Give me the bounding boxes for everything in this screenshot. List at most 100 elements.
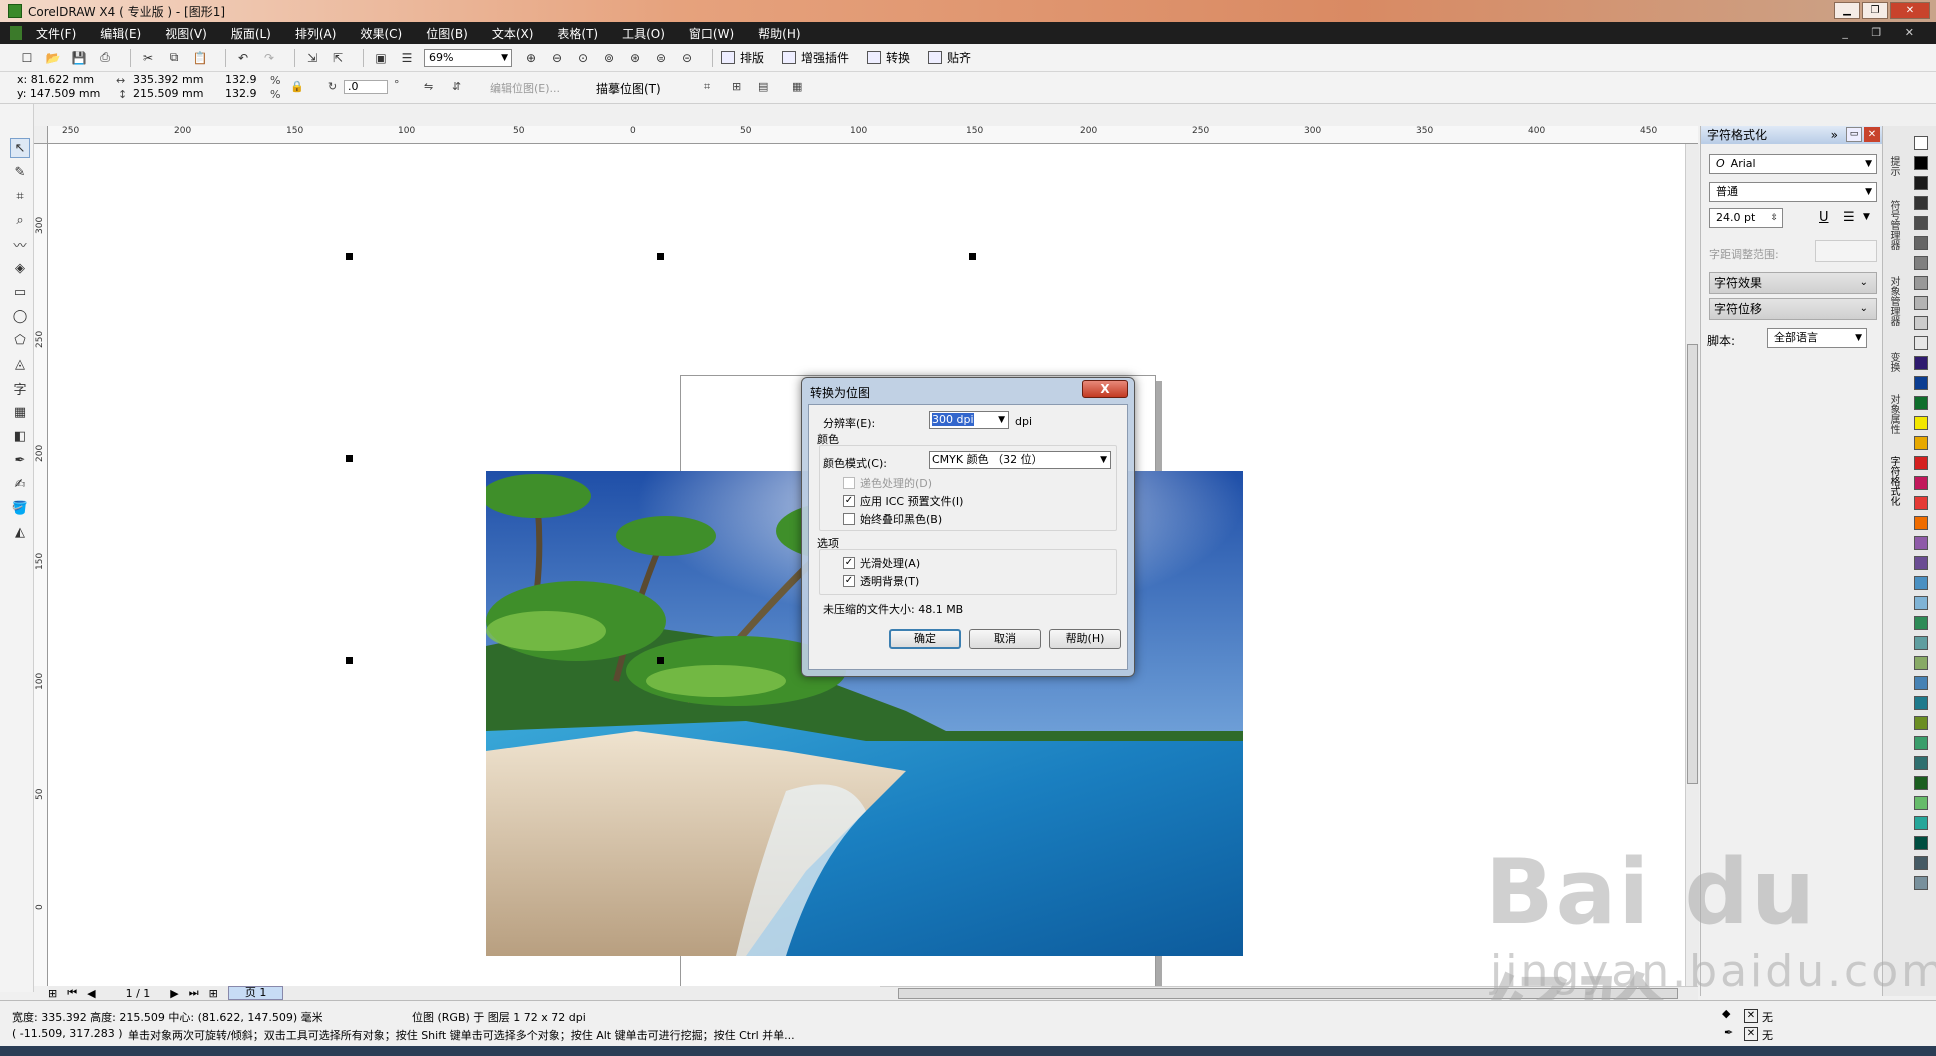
palette-swatch[interactable]	[1914, 676, 1928, 690]
outline-none-swatch[interactable]: ✕	[1744, 1027, 1758, 1041]
outline-tool-icon[interactable]: ✍	[10, 474, 30, 494]
zoom-page-icon[interactable]: ⊛	[626, 49, 644, 67]
palette-swatch[interactable]	[1914, 336, 1928, 350]
selection-handle-bottom[interactable]	[657, 657, 664, 664]
new-file-icon[interactable]: ☐	[18, 49, 36, 67]
crop-tool-icon[interactable]: ⌗	[10, 186, 30, 206]
palette-swatch[interactable]	[1914, 216, 1928, 230]
lock-ratio-icon[interactable]: 🔒	[290, 80, 304, 93]
shape-tool-icon[interactable]: ✎	[10, 162, 30, 182]
interactive-fill-tool-icon[interactable]: ◭	[10, 522, 30, 542]
close-window-button[interactable]: ✕	[1890, 2, 1930, 19]
palette-swatch[interactable]	[1914, 496, 1928, 510]
palette-swatch[interactable]	[1914, 776, 1928, 790]
interactive-blend-tool-icon[interactable]: ◧	[10, 426, 30, 446]
typeset-button[interactable]: 排版	[721, 49, 764, 66]
zoom-tool-icon[interactable]: ⌕	[10, 210, 30, 230]
copy-icon[interactable]: ⧉	[165, 49, 183, 67]
selection-handle-bottom-left[interactable]	[346, 657, 353, 664]
palette-swatch[interactable]	[1914, 356, 1928, 370]
horizontal-ruler[interactable]: 250 200 150 100 50 0 50 100 150 200 250 …	[48, 126, 1698, 144]
palette-swatch[interactable]	[1914, 716, 1928, 730]
docker-minimize-button[interactable]: ▭	[1846, 127, 1862, 142]
smart-fill-tool-icon[interactable]: ◈	[10, 258, 30, 278]
ok-button[interactable]: 确定	[889, 629, 961, 649]
palette-swatch[interactable]	[1914, 476, 1928, 490]
palette-swatch[interactable]	[1914, 396, 1928, 410]
cancel-button[interactable]: 取消	[969, 629, 1041, 649]
menu-edit[interactable]: 编辑(E)	[100, 25, 141, 42]
overprint-checkbox-row[interactable]: 始终叠印黑色(B)	[843, 511, 942, 527]
minimize-button[interactable]: ▁	[1834, 2, 1860, 19]
fill-icon[interactable]: ◆	[1722, 1007, 1730, 1020]
palette-swatch[interactable]	[1914, 596, 1928, 610]
menu-tools[interactable]: 工具(O)	[622, 25, 665, 42]
width-field[interactable]: 335.392 mm	[130, 74, 216, 88]
antialias-checkbox-row[interactable]: ✓ 光滑处理(A)	[843, 555, 920, 571]
tab-symbol-manager[interactable]: 符号管理器	[1886, 200, 1901, 250]
add-page-icon[interactable]: ⊞	[48, 987, 57, 1000]
align-icon[interactable]: ☰	[1843, 210, 1855, 225]
palette-swatch[interactable]	[1914, 296, 1928, 310]
dither-checkbox-row[interactable]: 递色处理的(D)	[843, 475, 932, 491]
crop-bitmap-icon[interactable]: ⌗	[704, 80, 710, 94]
bitmap-color-mask-icon[interactable]: ▤	[758, 80, 768, 93]
palette-swatch[interactable]	[1914, 816, 1928, 830]
y-position-field[interactable]: y: 147.509 mm	[14, 88, 110, 102]
ruler-origin[interactable]	[34, 126, 48, 144]
palette-swatch[interactable]	[1914, 456, 1928, 470]
font-size-field[interactable]: 24.0 pt ⇳	[1709, 208, 1783, 228]
ellipse-tool-icon[interactable]: ◯	[10, 306, 30, 326]
palette-swatch[interactable]	[1914, 316, 1928, 330]
outline-pen-icon[interactable]: ✒	[1724, 1026, 1733, 1039]
docker-expand-icon[interactable]: »	[1831, 126, 1838, 144]
dialog-close-button[interactable]: X	[1082, 380, 1128, 398]
docker-close-button[interactable]: ✕	[1864, 127, 1880, 142]
font-style-select[interactable]: 普通 ▼	[1709, 182, 1877, 202]
tab-character-formatting[interactable]: 字符格式化	[1886, 456, 1901, 506]
page-tab-1[interactable]: 页 1	[227, 986, 284, 1000]
character-shift-section[interactable]: 字符位移 ⌄	[1709, 298, 1877, 320]
convert-button[interactable]: 转换	[867, 49, 910, 66]
tab-hints[interactable]: 提示	[1886, 156, 1901, 176]
cut-icon[interactable]: ✂	[139, 49, 157, 67]
script-select[interactable]: 全部语言 ▼	[1767, 328, 1867, 348]
selection-handle-left[interactable]	[346, 455, 353, 462]
vertical-ruler[interactable]: 300 250 200 150 100 50 0	[34, 144, 48, 986]
fill-none-swatch[interactable]: ✕	[1744, 1009, 1758, 1023]
palette-swatch[interactable]	[1914, 276, 1928, 290]
last-page-icon[interactable]: ⏭	[189, 986, 199, 1000]
document-icon[interactable]	[10, 26, 22, 40]
palette-swatch[interactable]	[1914, 796, 1928, 810]
open-folder-icon[interactable]: 📂	[44, 49, 62, 67]
prev-page-icon[interactable]: ◀	[87, 987, 95, 1000]
menu-layout[interactable]: 版面(L)	[231, 25, 271, 42]
zoom-all-icon[interactable]: ⊚	[600, 49, 618, 67]
zoom-width-icon[interactable]: ⊜	[652, 49, 670, 67]
resample-icon[interactable]: ⊞	[732, 80, 741, 93]
palette-swatch[interactable]	[1914, 696, 1928, 710]
palette-swatch[interactable]	[1914, 416, 1928, 430]
edit-bitmap-button[interactable]: 编辑位图(E)...	[490, 80, 560, 96]
zoom-level-select[interactable]: 69% ▼	[424, 48, 512, 67]
freehand-tool-icon[interactable]: 〰	[10, 234, 30, 254]
paste-icon[interactable]: 📋	[191, 49, 209, 67]
menu-help[interactable]: 帮助(H)	[758, 25, 800, 42]
menu-file[interactable]: 文件(F)	[36, 25, 76, 42]
tab-transform[interactable]: 变换	[1886, 352, 1901, 372]
save-icon[interactable]: 💾	[70, 49, 88, 67]
tab-object-properties[interactable]: 对象属性	[1886, 394, 1901, 434]
zoom-height-icon[interactable]: ⊝	[678, 49, 696, 67]
palette-swatch[interactable]	[1914, 536, 1928, 550]
print-icon[interactable]: ⎙	[96, 49, 114, 67]
menu-bitmaps[interactable]: 位图(B)	[426, 25, 468, 42]
fill-tool-icon[interactable]: 🪣	[10, 498, 30, 518]
export-icon[interactable]: ⇱	[329, 49, 347, 67]
chevron-down-icon[interactable]: ▼	[1863, 212, 1870, 222]
stepper-icon[interactable]: ⇳	[1770, 209, 1778, 227]
basic-shapes-tool-icon[interactable]: ◬	[10, 354, 30, 374]
tab-object-manager[interactable]: 对象管理器	[1886, 276, 1901, 326]
next-page-icon[interactable]: ▶	[170, 987, 178, 1000]
palette-swatch[interactable]	[1914, 156, 1928, 170]
rotation-angle-field[interactable]: .0	[344, 80, 388, 94]
